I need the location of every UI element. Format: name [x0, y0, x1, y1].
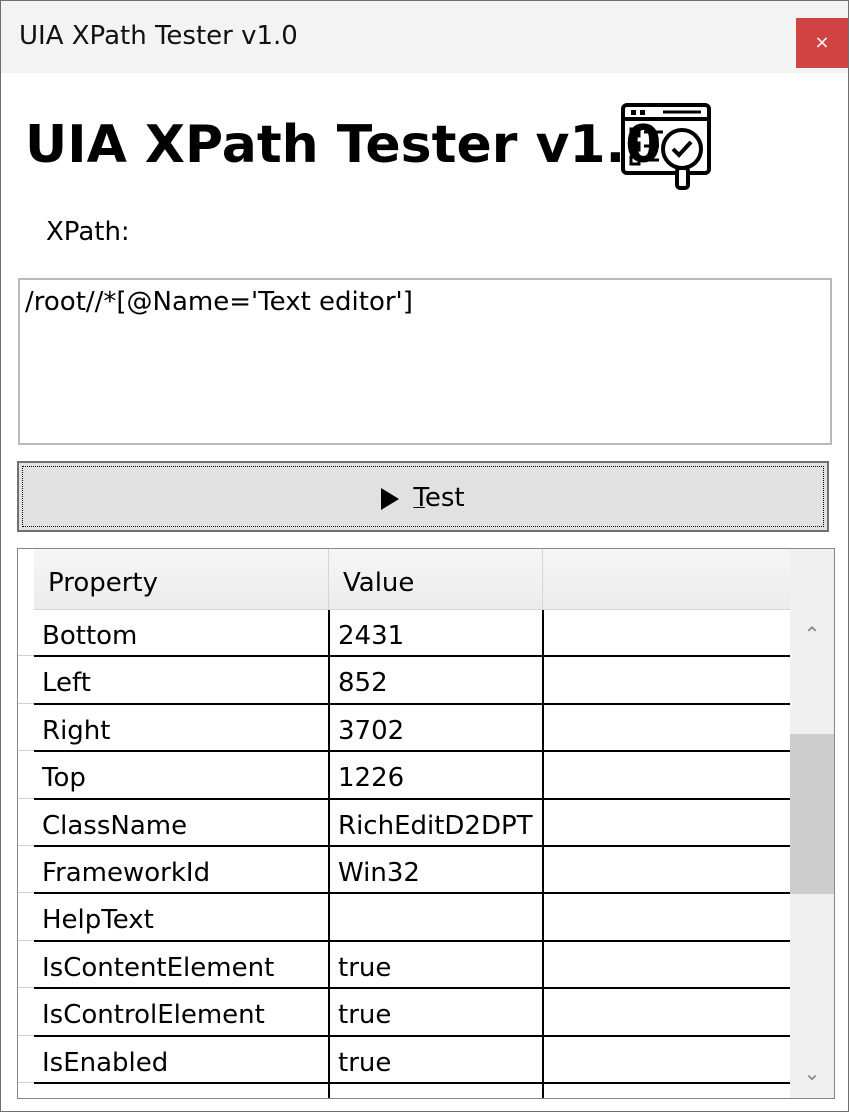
gutter-divider	[18, 1082, 34, 1083]
table-row[interactable]: FrameworkId Win32	[34, 847, 790, 894]
table-row[interactable]: Right 3702	[34, 705, 790, 752]
value-cell[interactable]: true	[338, 989, 538, 1036]
table-row[interactable]: ClassName RichEditD2DPT	[34, 800, 790, 847]
table-row[interactable]: Top 1226	[34, 752, 790, 799]
page-title: UIA XPath Tester v1.0	[25, 115, 662, 175]
table-row[interactable]: Left 852	[34, 657, 790, 704]
close-icon: ×	[814, 32, 830, 53]
row-divider	[34, 1082, 790, 1084]
test-button-accel: T	[413, 483, 425, 513]
value-cell[interactable]: true	[338, 942, 538, 989]
gutter-divider	[18, 798, 34, 799]
value-cell[interactable]: 3702	[338, 705, 538, 752]
play-icon	[381, 487, 400, 510]
property-cell[interactable]: HelpText	[42, 894, 322, 941]
property-cell[interactable]: IsEnabled	[42, 1037, 322, 1084]
table-row[interactable]: IsControlElement true	[34, 989, 790, 1036]
property-cell[interactable]: Left	[42, 657, 322, 704]
column-separator[interactable]	[542, 549, 543, 609]
value-cell[interactable]: 2431	[338, 610, 538, 657]
value-cell[interactable]: true	[338, 1037, 538, 1084]
gutter-divider	[18, 940, 34, 941]
property-cell[interactable]: ClassName	[42, 800, 322, 847]
column-divider	[328, 610, 330, 1098]
column-separator[interactable]	[328, 549, 329, 609]
column-divider	[542, 610, 544, 1098]
form-inspect-icon	[621, 103, 711, 190]
xpath-label: XPath:	[46, 217, 130, 247]
gutter-divider	[18, 703, 34, 704]
test-button[interactable]: Test	[17, 461, 829, 532]
vertical-scrollbar[interactable]: ⌃ ⌄	[790, 549, 834, 1098]
gutter-divider	[18, 655, 34, 656]
property-cell[interactable]: IsContentElement	[42, 942, 322, 989]
property-cell[interactable]: Right	[42, 705, 322, 752]
gutter-divider	[18, 750, 34, 751]
gutter-divider	[18, 1035, 34, 1036]
properties-grid[interactable]: Property Value Bottom 2431 Left 852 Right 370…	[17, 548, 835, 1099]
value-cell[interactable]	[338, 894, 538, 941]
table-row[interactable]: Bottom 2431	[34, 610, 790, 657]
gutter-divider	[18, 845, 34, 846]
value-cell[interactable]: RichEditD2DPT	[338, 800, 538, 847]
column-header-property[interactable]: Property	[48, 549, 158, 609]
test-button-content: Test	[19, 483, 827, 513]
title-bar[interactable]: UIA XPath Tester v1.0 ×	[1, 1, 848, 73]
table-row[interactable]: HelpText	[34, 894, 790, 941]
property-cell[interactable]: Top	[42, 752, 322, 799]
xpath-input-value[interactable]: /root//*[@Name='Text editor']	[25, 287, 413, 317]
close-button[interactable]: ×	[796, 18, 848, 68]
value-cell[interactable]: 1226	[338, 752, 538, 799]
table-row[interactable]: IsEnabled true	[34, 1037, 790, 1084]
value-cell[interactable]: 852	[338, 657, 538, 704]
grid-header: Property Value	[34, 549, 790, 610]
scroll-thumb[interactable]	[790, 734, 834, 894]
chevron-down-icon[interactable]: ⌄	[790, 1048, 834, 1098]
property-cell[interactable]: FrameworkId	[42, 847, 322, 894]
column-header-value[interactable]: Value	[343, 549, 414, 609]
row-header-gutter	[18, 549, 34, 1098]
property-cell[interactable]: IsControlElement	[42, 989, 322, 1036]
property-cell[interactable]: Bottom	[42, 610, 322, 657]
app-window: UIA XPath Tester v1.0 × UIA XPath Tester…	[0, 0, 849, 1112]
gutter-divider	[18, 987, 34, 988]
test-button-label: est	[424, 483, 465, 513]
window-title: UIA XPath Tester v1.0	[19, 21, 298, 51]
gutter-divider	[18, 892, 34, 893]
chevron-up-icon[interactable]: ⌃	[790, 609, 834, 659]
table-row[interactable]: IsContentElement true	[34, 942, 790, 989]
value-cell[interactable]: Win32	[338, 847, 538, 894]
